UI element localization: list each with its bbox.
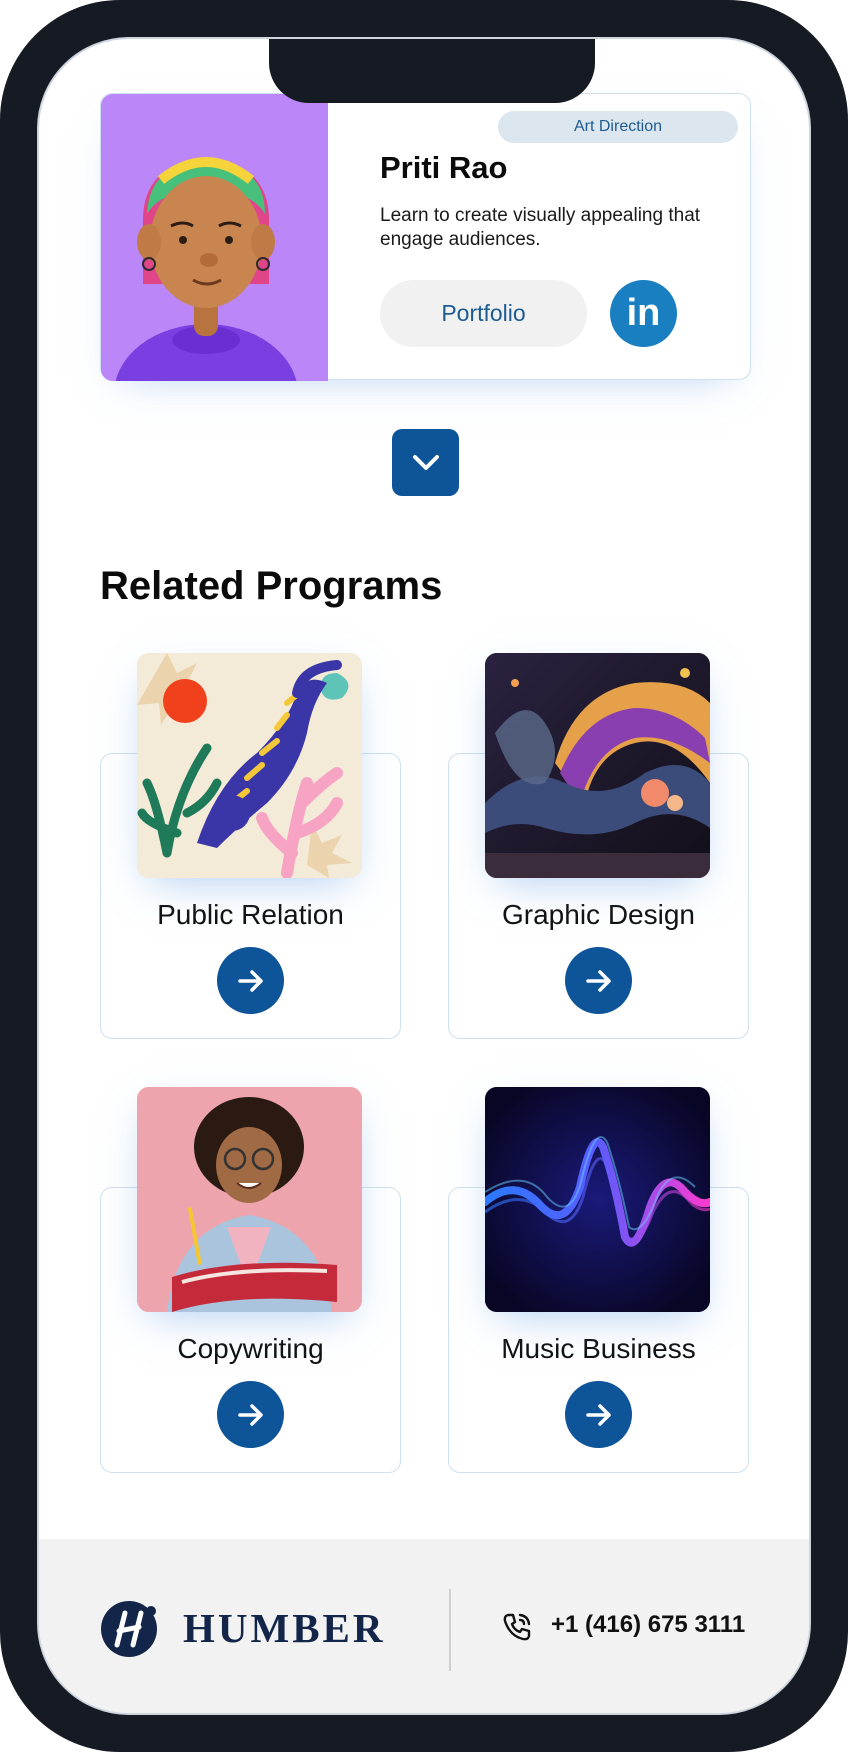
screen: Art Direction Priti Rao Learn to create … [37,37,811,1715]
brand-wordmark[interactable]: HUMBER [183,1604,386,1652]
program-label: Music Business [501,1333,696,1364]
phone-number-link[interactable]: +1 (416) 675 3111 [551,1611,745,1639]
instructor-description: Learn to create visually appealing that … [380,205,701,250]
program-image-music-business [485,1087,710,1312]
program-image-graphic-design [485,653,710,878]
arrow-right-icon [237,1403,263,1426]
program-label: Graphic Design [502,899,695,930]
instructor-name: Priti Rao [380,150,508,185]
expand-button[interactable] [392,429,459,496]
device-notch [269,39,595,103]
footer-divider [449,1589,451,1671]
section-title: Related Programs [100,564,443,608]
category-tag: Art Direction [498,111,738,143]
program-arrow-button[interactable] [217,1381,284,1448]
program-image-public-relation [137,653,362,878]
phone-icon [501,1611,533,1643]
footer: HUMBER +1 (416) 675 3111 [39,1539,809,1713]
arrow-right-icon [585,1403,611,1426]
humber-logo-icon[interactable] [99,1599,159,1659]
program-arrow-button[interactable] [217,947,284,1014]
instructor-avatar [101,94,328,381]
program-label: Copywriting [177,1333,324,1364]
phone-frame: Art Direction Priti Rao Learn to create … [0,0,848,1752]
portfolio-button[interactable]: Portfolio [380,280,587,347]
arrow-right-icon [585,969,611,992]
linkedin-button[interactable]: in [610,280,677,347]
linkedin-icon: in [626,292,661,334]
program-arrow-button[interactable] [565,1381,632,1448]
program-label: Public Relation [157,899,344,930]
chevron-down-icon [412,454,439,470]
instructor-card: Art Direction Priti Rao Learn to create … [100,93,751,381]
program-arrow-button[interactable] [565,947,632,1014]
arrow-right-icon [237,969,263,992]
program-image-copywriting [137,1087,362,1312]
